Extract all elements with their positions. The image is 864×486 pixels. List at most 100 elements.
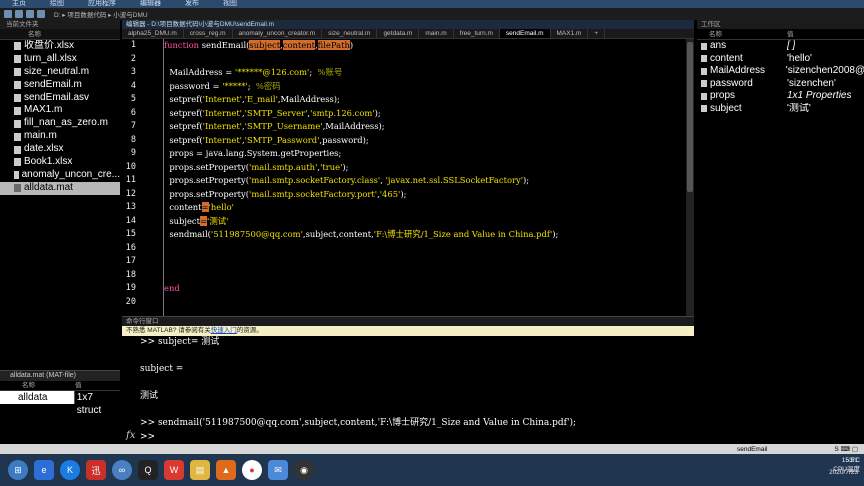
workspace-variable-row[interactable]: ans[ ]: [697, 40, 864, 53]
code-line[interactable]: props.setProperty('mail.smtp.socketFacto…: [164, 174, 686, 188]
workspace-variable-row[interactable]: MailAddress'sizenchen2008@: [697, 65, 864, 78]
file-item[interactable]: fill_nan_as_zero.m: [0, 117, 120, 130]
variable-icon: [701, 80, 707, 88]
command-prompt[interactable]: >>: [140, 431, 694, 445]
chrome-icon[interactable]: ●: [242, 460, 262, 480]
workspace-variable-row[interactable]: props 1x1 Properties: [697, 90, 864, 103]
code-line[interactable]: setpref('Internet','SMTP_Server','smtp.1…: [164, 107, 686, 121]
file-item[interactable]: turn_all.xlsx: [0, 53, 120, 66]
workspace-variable-row[interactable]: content'hello': [697, 53, 864, 66]
menu-home[interactable]: 主页: [0, 0, 38, 8]
string-literal: 'smtp.126.com': [310, 107, 375, 118]
workspace-name-header[interactable]: 名称: [697, 29, 787, 39]
code-line[interactable]: [164, 255, 686, 269]
code-line[interactable]: MailAddress = '******@126.com'; %账号: [164, 66, 686, 80]
cpu-temperature: 53°C: [845, 457, 860, 464]
up-folder-icon[interactable]: [26, 10, 34, 18]
code-line[interactable]: subject='测试': [164, 215, 686, 229]
code-line[interactable]: [164, 53, 686, 67]
network-icon[interactable]: ∞: [112, 460, 132, 480]
tab-anomaly-uncon-creator[interactable]: anomaly_uncon_creator.m: [233, 29, 323, 38]
getting-started-link[interactable]: 快速入门: [211, 327, 237, 334]
new-tab-button[interactable]: +: [588, 29, 606, 38]
clock-date[interactable]: 2020/7/23: [829, 468, 858, 477]
menu-publish[interactable]: 发布: [173, 0, 211, 8]
code-line[interactable]: props.setProperty('mail.smtp.socketFacto…: [164, 188, 686, 202]
back-icon[interactable]: [4, 10, 12, 18]
details-value-header[interactable]: 值: [75, 381, 82, 390]
xunlei-icon[interactable]: 迅: [86, 460, 106, 480]
editor-scrollbar[interactable]: [686, 39, 694, 316]
ie-icon[interactable]: e: [34, 460, 54, 480]
menu-editor[interactable]: 编辑器: [128, 0, 173, 8]
tab-getdata[interactable]: getdata.m: [377, 29, 420, 38]
command-line: subject =: [140, 364, 184, 374]
tab-max1[interactable]: MAX1.m: [551, 29, 589, 38]
menu-apps[interactable]: 应用程序: [76, 0, 128, 8]
code-line[interactable]: function sendEmail(subject,content,fileP…: [164, 39, 686, 53]
name-column-header[interactable]: 名称: [0, 29, 120, 40]
details-name-header[interactable]: 名称: [0, 381, 75, 390]
code-token: props.setProperty(: [164, 175, 250, 185]
code-line[interactable]: [164, 242, 686, 256]
file-item[interactable]: MAX1.m: [0, 104, 120, 117]
tab-alpha25-dmu[interactable]: alpha25_DMU.m: [122, 29, 184, 38]
tab-main[interactable]: main.m: [419, 29, 454, 38]
line-number: 7: [130, 121, 136, 131]
folder-icon[interactable]: ▤: [190, 460, 210, 480]
code-line[interactable]: content='hello': [164, 201, 686, 215]
code-line[interactable]: password = '*****'; %密码: [164, 80, 686, 94]
workspace-variable-row[interactable]: subject '测试': [697, 103, 864, 116]
code-line[interactable]: props.setProperty('mail.smtp.auth','true…: [164, 161, 686, 175]
keyword: end: [164, 283, 180, 293]
code-line[interactable]: setpref('Internet','E_mail',MailAddress)…: [164, 93, 686, 107]
obs-icon[interactable]: ◉: [294, 460, 314, 480]
variable-icon: [701, 42, 707, 50]
menu-plots[interactable]: 绘图: [38, 0, 76, 8]
details-row[interactable]: alldata 1x7 struct: [0, 391, 120, 416]
code-line[interactable]: [164, 269, 686, 283]
workspace-value-header[interactable]: 值: [787, 29, 794, 39]
code-line[interactable]: setpref('Internet','SMTP_Password',passw…: [164, 134, 686, 148]
code-token: ,MailAddress);: [277, 94, 340, 104]
code-area[interactable]: 1 2 3 4 5 6 7 8 9 10 11 12 13 14 15 16 1…: [122, 39, 686, 316]
kugou-icon[interactable]: K: [60, 460, 80, 480]
file-item[interactable]: main.m: [0, 130, 120, 143]
file-item[interactable]: 收盘价.xlsx: [0, 40, 120, 53]
code-line[interactable]: [164, 296, 686, 310]
code-line[interactable]: sendmail('511987500@qq.com',subject,cont…: [164, 228, 686, 242]
clock-time[interactable]: 15:51: [842, 456, 858, 465]
mail-icon[interactable]: ✉: [268, 460, 288, 480]
code-line[interactable]: end: [164, 282, 686, 296]
file-item[interactable]: Book1.xlsx: [0, 156, 120, 169]
browse-folder-icon[interactable]: [37, 10, 45, 18]
workspace-variable-row[interactable]: password'sizenchen': [697, 78, 864, 91]
wps-icon[interactable]: W: [164, 460, 184, 480]
code-token: setpref(: [164, 107, 203, 118]
folder-path[interactable]: D: ▸ 项目数据代码 ▸ 小波与DMU: [54, 9, 148, 19]
file-item[interactable]: sendEmail.m: [0, 79, 120, 92]
start-icon[interactable]: ⊞: [8, 460, 28, 480]
file-item[interactable]: anomaly_uncon_cre...: [0, 169, 120, 182]
line-number: 1: [130, 40, 136, 50]
tab-sendemail[interactable]: sendEmail.m: [499, 29, 551, 38]
file-item-selected[interactable]: alldata.mat: [0, 181, 120, 195]
code-line[interactable]: props = java.lang.System.getProperties;: [164, 147, 686, 161]
code-lines[interactable]: function sendEmail(subject,content,fileP…: [163, 39, 686, 316]
file-item[interactable]: sendEmail.asv: [0, 92, 120, 105]
forward-icon[interactable]: [15, 10, 23, 18]
comment: %密码: [255, 80, 281, 91]
tab-free-turn[interactable]: free_turn.m: [454, 29, 500, 38]
file-item[interactable]: date.xlsx: [0, 143, 120, 156]
menu-view[interactable]: 视图: [211, 0, 249, 8]
tab-size-neutral[interactable]: size_neutral.m: [322, 29, 378, 38]
tab-cross-reg[interactable]: cross_reg.m: [184, 29, 233, 38]
code-token: subject: [164, 215, 200, 226]
function-browser-icon[interactable]: fx: [126, 430, 135, 441]
matlab-icon[interactable]: ▲: [216, 460, 236, 480]
file-item[interactable]: size_neutral.m: [0, 66, 120, 79]
code-line[interactable]: setpref('Internet','SMTP_Username',MailA…: [164, 120, 686, 134]
qq-icon[interactable]: Q: [138, 460, 158, 480]
scrollbar-thumb[interactable]: [687, 42, 693, 192]
command-window[interactable]: 命令行窗口 不熟悉 MATLAB? 请参阅有关快速入门的资源。 >> subje…: [122, 316, 694, 444]
